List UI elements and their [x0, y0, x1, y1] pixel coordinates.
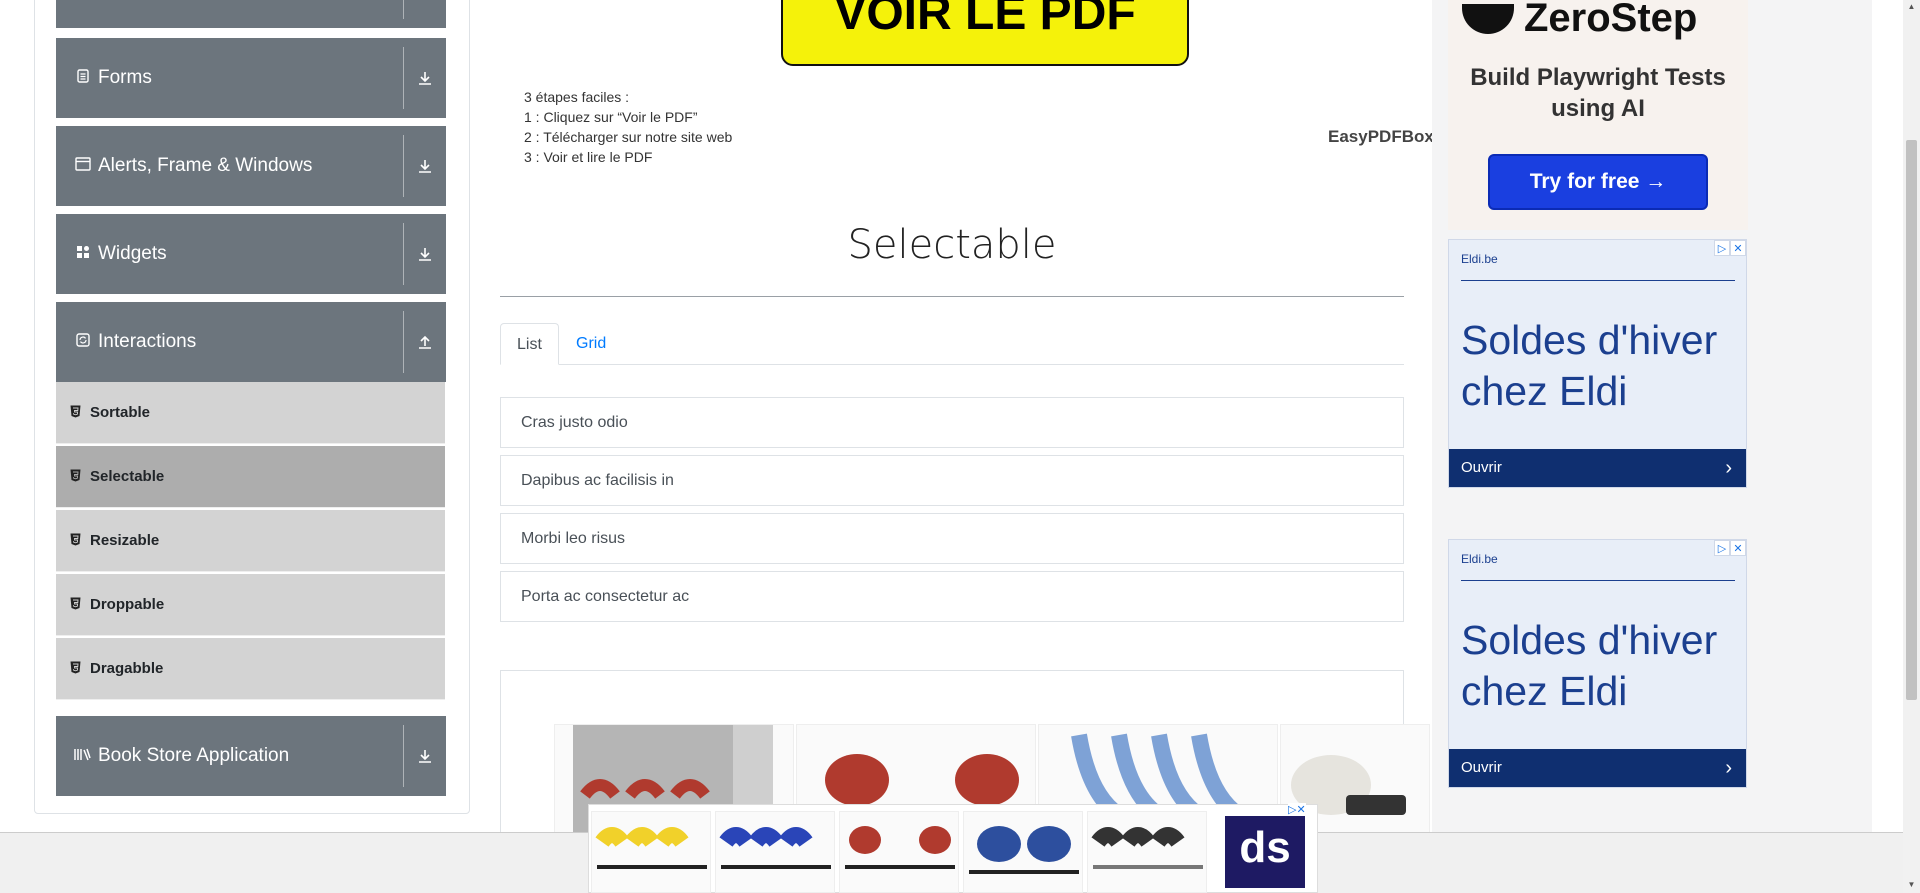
chevron-right-icon: ›: [1725, 757, 1732, 779]
sidebar-group-alerts[interactable]: Alerts, Frame & Windows: [56, 126, 446, 206]
upload-arrow-icon: [404, 302, 446, 382]
sidebar-item-label: Resizable: [90, 532, 160, 549]
bench-ad-image[interactable]: [591, 811, 711, 893]
scroll-down-icon[interactable]: ▼: [1906, 880, 1917, 889]
bench-ad[interactable]: [588, 804, 1318, 893]
sidebar-item-label: Droppable: [90, 596, 165, 613]
pdf-ad-brand: EasyPDFBox: [1328, 127, 1434, 146]
sidebar-group-label: Alerts, Frame & Windows: [98, 155, 313, 176]
sidebar-item-sortable[interactable]: Sortable: [56, 382, 445, 444]
zerostep-logo: ZeroStep: [1462, 0, 1697, 41]
bench-ad-image[interactable]: [715, 811, 835, 893]
window-icon: [72, 157, 94, 175]
zerostep-logo-icon: [1462, 3, 1514, 34]
pdf-ad-step: 2 : Télécharger sur notre site web: [524, 129, 733, 145]
sidebar-group-interactions[interactable]: Interactions: [56, 302, 446, 382]
title-divider: [500, 296, 1404, 297]
refresh-icon: [72, 333, 94, 351]
close-icon[interactable]: ▷✕: [1288, 803, 1306, 816]
sidebar-group-label: Widgets: [98, 243, 167, 264]
tab-list[interactable]: List: [500, 323, 559, 365]
sidebar-group-book-store[interactable]: Book Store Application: [56, 716, 446, 796]
bench-ad-image[interactable]: [1087, 811, 1207, 893]
document-icon: [72, 69, 94, 87]
grid-icon: [72, 245, 94, 263]
bench-ad-image[interactable]: [963, 811, 1083, 893]
download-arrow-icon: [404, 716, 446, 796]
page-title: Selectable: [847, 222, 1057, 268]
pdf-ad-step: 1 : Cliquez sur “Voir le PDF”: [524, 109, 698, 125]
scrollbar-thumb[interactable]: [1906, 140, 1917, 700]
html5-icon: [70, 661, 84, 677]
eldi-ad[interactable]: ▷ ✕ Eldi.be Soldes d'hiver chez Eldi Ouv…: [1448, 539, 1747, 788]
zerostep-cta-button[interactable]: Try for free →: [1488, 154, 1708, 210]
bench-ad-image[interactable]: [839, 811, 959, 893]
books-icon: [72, 747, 94, 765]
html5-icon: [70, 597, 84, 613]
close-icon[interactable]: ✕: [1730, 540, 1746, 556]
ds-logo[interactable]: ds: [1225, 816, 1305, 888]
ad-controls: ▷ ✕: [1714, 540, 1746, 556]
sidebar-group-widgets[interactable]: Widgets: [56, 214, 446, 294]
sidebar-group-label: Forms: [98, 67, 152, 88]
sidebar-item-resizable[interactable]: Resizable: [56, 510, 445, 572]
html5-icon: [70, 469, 84, 485]
adchoices-icon[interactable]: ▷: [1714, 240, 1730, 256]
sidebar-group-label: Book Store Application: [98, 745, 290, 766]
html5-icon: [70, 405, 84, 421]
zerostep-headline: Build Playwright Tests using AI: [1470, 64, 1726, 122]
eldi-open-label: Ouvrir: [1461, 759, 1502, 776]
sidebar-group-collapsed[interactable]: [56, 0, 446, 28]
adchoices-icon[interactable]: ▷: [1714, 540, 1730, 556]
list-item[interactable]: Morbi leo risus: [500, 513, 1404, 564]
list-item[interactable]: Cras justo odio: [500, 397, 1404, 448]
divider: [1461, 280, 1735, 281]
eldi-open-label: Ouvrir: [1461, 459, 1502, 476]
html5-icon: [70, 533, 84, 549]
divider: [1461, 580, 1735, 581]
chevron-right-icon: ›: [1725, 457, 1732, 479]
eldi-headline: Soldes d'hiver chez Eldi: [1461, 317, 1718, 414]
sidebar-group-label: Interactions: [98, 331, 197, 352]
scroll-up-icon[interactable]: ▲: [1906, 2, 1917, 11]
tab-grid[interactable]: Grid: [560, 323, 622, 365]
list-item[interactable]: Dapibus ac facilisis in: [500, 455, 1404, 506]
download-arrow-icon: [404, 214, 446, 294]
sidebar-item-selectable[interactable]: Selectable: [56, 446, 445, 508]
eldi-headline: Soldes d'hiver chez Eldi: [1461, 617, 1718, 714]
eldi-open-button[interactable]: Ouvrir ›: [1449, 749, 1746, 787]
sidebar-item-label: Dragabble: [90, 660, 164, 677]
list-item[interactable]: Porta ac consectetur ac: [500, 571, 1404, 622]
download-arrow-icon: [404, 38, 446, 118]
eldi-site-label: Eldi.be: [1461, 552, 1498, 566]
sidebar-item-label: Sortable: [90, 404, 151, 421]
sidebar-item-droppable[interactable]: Droppable: [56, 574, 445, 636]
eldi-site-label: Eldi.be: [1461, 252, 1498, 266]
pdf-ad-step: 3 étapes faciles :: [524, 89, 630, 105]
pdf-ad-step: 3 : Voir et lire le PDF: [524, 149, 653, 165]
close-icon[interactable]: ✕: [1730, 240, 1746, 256]
eldi-ad[interactable]: ▷ ✕ Eldi.be Soldes d'hiver chez Eldi Ouv…: [1448, 239, 1747, 488]
tabs-divider: [500, 364, 1404, 365]
voir-pdf-ad-button[interactable]: VOIR LE PDF: [781, 0, 1189, 66]
download-arrow-icon: [404, 126, 446, 206]
ad-controls: ▷ ✕: [1714, 240, 1746, 256]
sidebar-item-dragabble[interactable]: Dragabble: [56, 638, 445, 700]
sidebar-group-forms[interactable]: Forms: [56, 38, 446, 118]
zerostep-brand: ZeroStep: [1524, 0, 1698, 40]
eldi-open-button[interactable]: Ouvrir ›: [1449, 449, 1746, 487]
download-arrow-icon: [404, 0, 446, 28]
sidebar-item-label: Selectable: [90, 468, 165, 485]
pdf-ad-steps: 3 étapes faciles : 1 : Cliquez sur “Voir…: [524, 87, 732, 167]
